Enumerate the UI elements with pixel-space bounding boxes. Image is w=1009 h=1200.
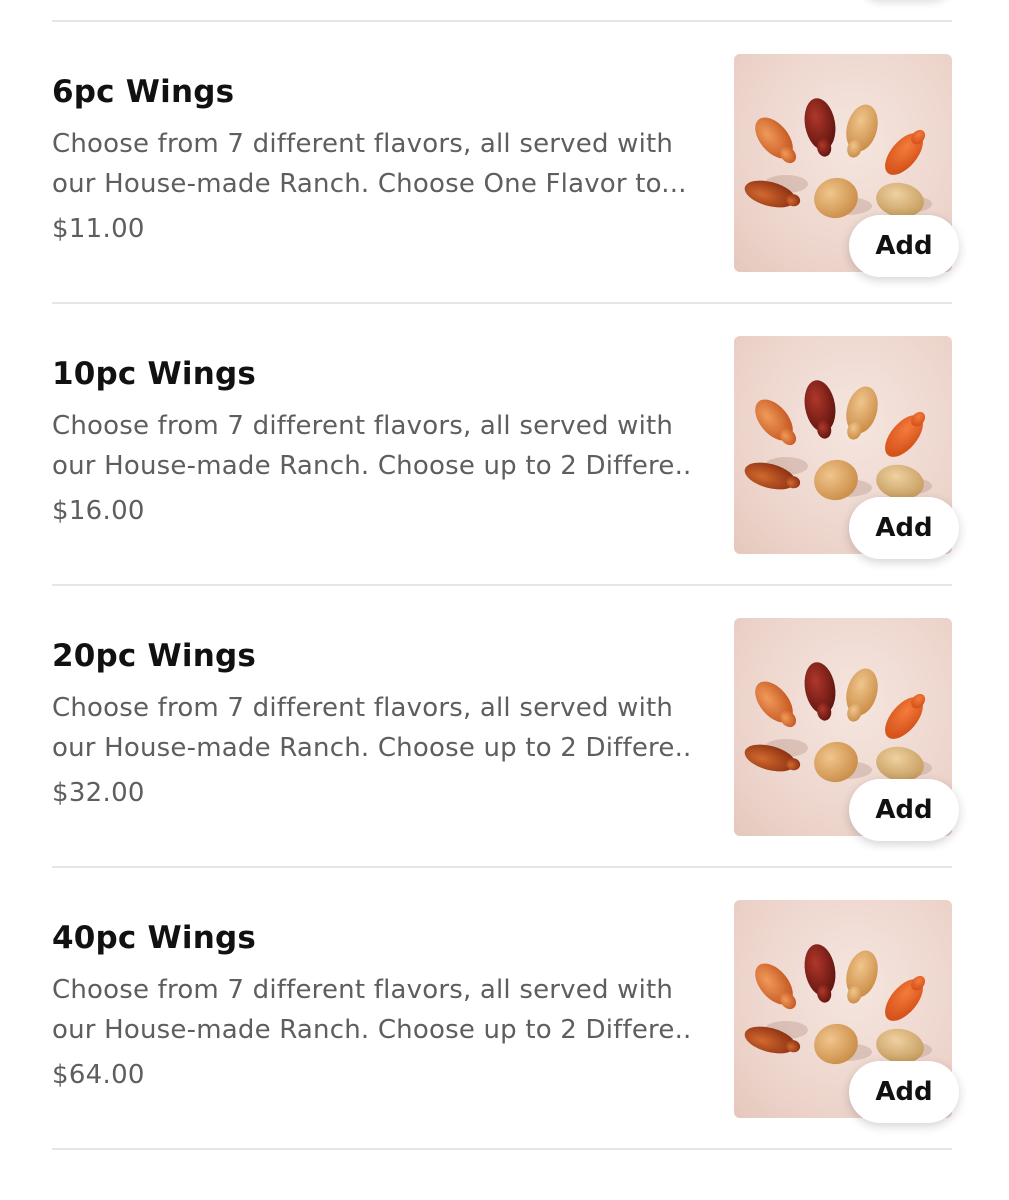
- item-description: Choose from 7 different flavors, all ser…: [52, 406, 692, 486]
- item-description-line: our House-made Ranch. Choose up to 2 Dif…: [52, 733, 692, 763]
- item-description-line: Choose from 7 different flavors, all ser…: [52, 693, 674, 723]
- item-price: $32.00: [52, 778, 145, 808]
- item-name: 40pc Wings: [52, 920, 257, 956]
- item-price: $64.00: [52, 1060, 145, 1090]
- menu-item-20pc-wings[interactable]: 20pc Wings Choose from 7 different flavo…: [52, 586, 959, 868]
- item-description-line: our House-made Ranch. Choose up to 2 Dif…: [52, 1015, 692, 1045]
- divider: [52, 1148, 952, 1150]
- menu-item-10pc-wings[interactable]: 10pc Wings Choose from 7 different flavo…: [52, 304, 959, 586]
- item-description-line: Choose from 7 different flavors, all ser…: [52, 411, 674, 441]
- add-button[interactable]: Add: [849, 1061, 959, 1123]
- add-button[interactable]: Add: [849, 779, 959, 841]
- item-description-line: Choose from 7 different flavors, all ser…: [52, 975, 674, 1005]
- item-description-line: our House-made Ranch. Choose One Flavor …: [52, 169, 687, 199]
- menu-item-6pc-wings[interactable]: 6pc Wings Choose from 7 different flavor…: [52, 22, 959, 304]
- item-name: 6pc Wings: [52, 74, 235, 110]
- item-description: Choose from 7 different flavors, all ser…: [52, 688, 692, 768]
- item-name: 20pc Wings: [52, 638, 257, 674]
- item-description: Choose from 7 different flavors, all ser…: [52, 124, 692, 204]
- item-price: $11.00: [52, 214, 145, 244]
- add-button[interactable]: Add: [849, 215, 959, 277]
- menu-item-40pc-wings[interactable]: 40pc Wings Choose from 7 different flavo…: [52, 868, 959, 1150]
- item-name: 10pc Wings: [52, 356, 257, 392]
- item-description: Choose from 7 different flavors, all ser…: [52, 970, 692, 1050]
- item-price: $16.00: [52, 496, 145, 526]
- item-description-line: our House-made Ranch. Choose up to 2 Dif…: [52, 451, 692, 481]
- item-description-line: Choose from 7 different flavors, all ser…: [52, 129, 674, 159]
- add-button[interactable]: Add: [849, 497, 959, 559]
